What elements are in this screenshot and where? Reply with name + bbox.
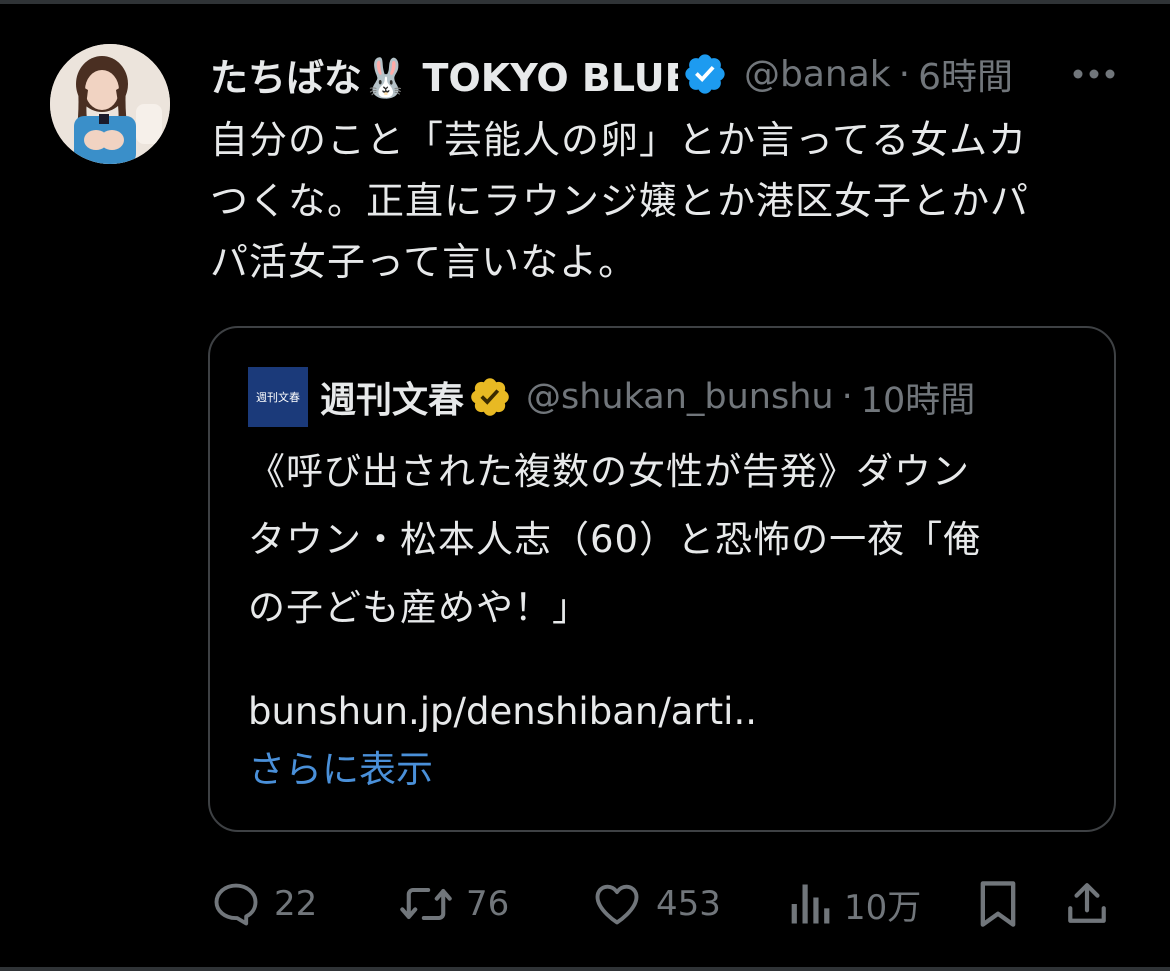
quote-tweet-card[interactable]: 週刊文春 週刊文春 @shukan_bunshu · 10時間 《呼び出された複…: [208, 326, 1116, 832]
bookmark-button[interactable]: [976, 872, 1020, 936]
avatar[interactable]: [50, 44, 170, 164]
separator-dot: ·: [898, 53, 911, 95]
reply-icon: [214, 883, 258, 926]
quote-author-handle[interactable]: @shukan_bunshu: [526, 377, 834, 417]
reply-button[interactable]: 22: [210, 872, 317, 936]
share-button[interactable]: [1064, 872, 1110, 936]
share-icon: [1068, 883, 1106, 923]
bookmark-icon: [980, 881, 1016, 927]
more-horizontal-icon: [1073, 69, 1115, 79]
verified-badge-icon: [685, 54, 725, 94]
views-count: 10万: [844, 887, 922, 928]
show-more-link[interactable]: さらに表示: [248, 736, 433, 804]
bottom-divider: [0, 967, 1170, 971]
reply-count: 22: [274, 884, 318, 924]
author-handle[interactable]: @banak: [744, 54, 891, 95]
quote-author-name[interactable]: 週刊文春: [320, 371, 464, 423]
heart-icon: [595, 884, 639, 925]
action-bar: 22 76 453 10万: [210, 872, 1120, 936]
timestamp[interactable]: 6時間: [918, 48, 1013, 100]
author-name[interactable]: たちばな🐰 TOKYO BLUE: [210, 47, 678, 102]
tweet-text: 自分のこと「芸能人の卵」とか言ってる女ムカ つくな。正直にラウンジ嬢とか港区女子…: [210, 118, 1030, 284]
tweet-header: たちばな🐰 TOKYO BLUE @banak · 6時間: [210, 48, 1120, 100]
quote-text: 《呼び出された複数の女性が告発》ダウン タウン・松本人志（60）と恐怖の一夜「俺…: [248, 450, 982, 629]
quote-header: 週刊文春 週刊文春 @shukan_bunshu · 10時間: [248, 366, 975, 428]
avatar-photo: [50, 44, 170, 164]
quote-timestamp[interactable]: 10時間: [861, 372, 976, 423]
like-button[interactable]: 453: [590, 872, 721, 936]
gold-verified-badge-icon: [471, 378, 509, 416]
more-options-button[interactable]: [1068, 54, 1120, 94]
views-button[interactable]: 10万: [786, 872, 921, 936]
retweet-count: 76: [466, 884, 510, 924]
views-bar-chart-icon: [791, 884, 830, 924]
retweet-icon: [400, 887, 452, 921]
retweet-button[interactable]: 76: [398, 872, 509, 936]
like-count: 453: [656, 884, 721, 924]
top-divider: [0, 0, 1170, 4]
quote-separator-dot: ·: [841, 377, 853, 417]
quote-avatar[interactable]: 週刊文春: [248, 367, 308, 427]
